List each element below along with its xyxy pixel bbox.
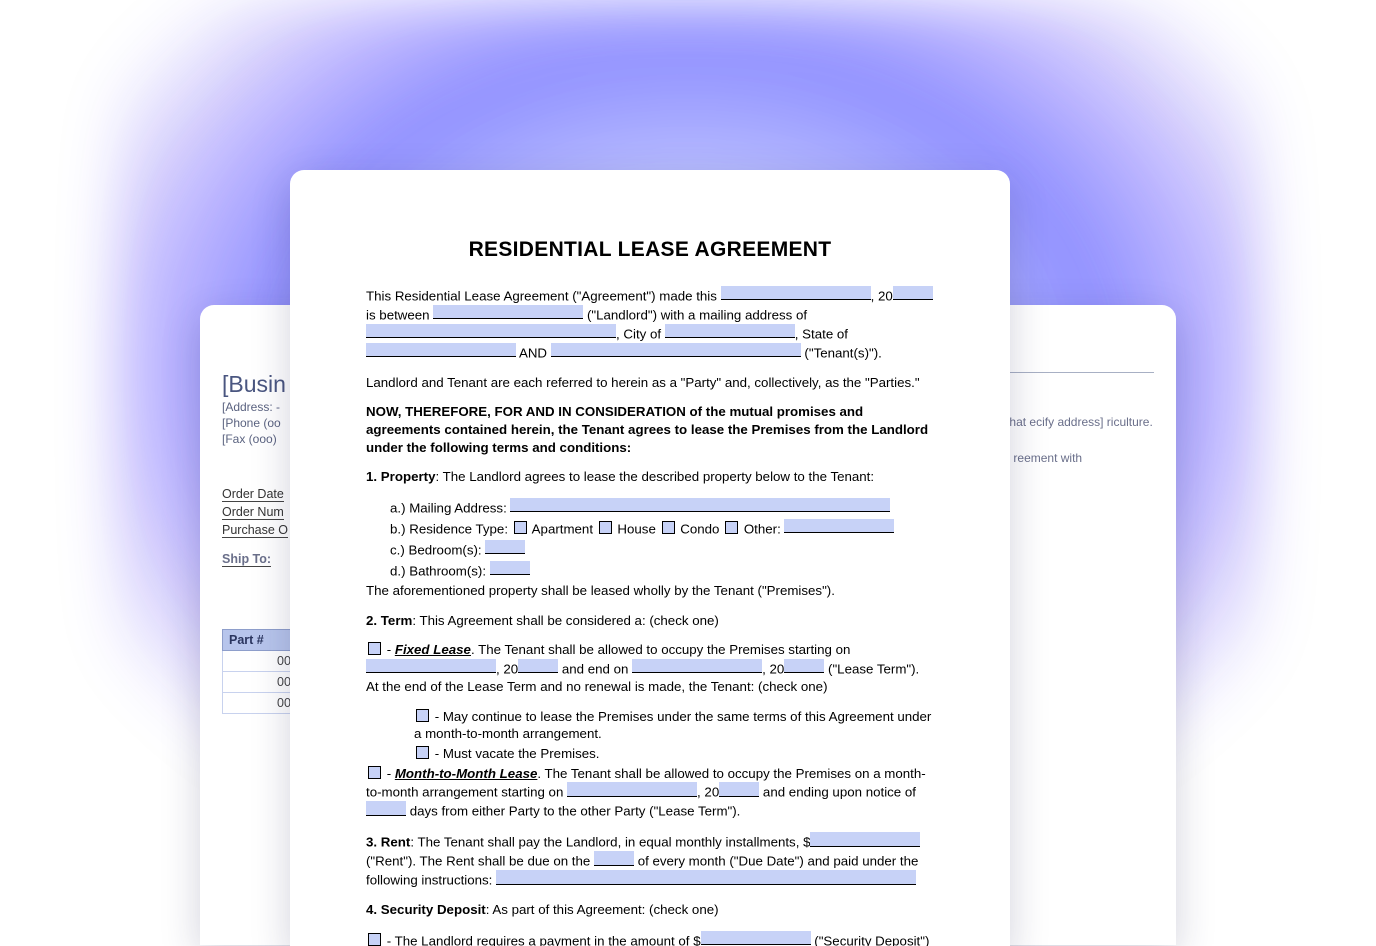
blank-due-day[interactable] bbox=[594, 851, 634, 865]
checkbox-house[interactable] bbox=[599, 521, 612, 534]
checkbox-security-deposit[interactable] bbox=[368, 933, 381, 946]
blank-tenant-name[interactable] bbox=[551, 343, 801, 357]
lease-document: RESIDENTIAL LEASE AGREEMENT This Residen… bbox=[290, 170, 1010, 946]
blank-deposit-amount[interactable] bbox=[701, 931, 811, 945]
blank-m2m-start[interactable] bbox=[567, 782, 697, 796]
parties-paragraph: Landlord and Tenant are each referred to… bbox=[366, 374, 934, 392]
blank-residence-other[interactable] bbox=[784, 519, 894, 533]
blank-notice-days[interactable] bbox=[366, 801, 406, 815]
stage: [Busin [Address: - [Phone (oo [Fax (ooo)… bbox=[0, 0, 1376, 946]
month-to-month-option: - Month-to-Month Lease. The Tenant shall… bbox=[366, 765, 934, 821]
blank-landlord-name[interactable] bbox=[433, 305, 583, 319]
now-therefore-paragraph: NOW, THEREFORE, FOR AND IN CONSIDERATION… bbox=[366, 403, 934, 456]
blank-mailing-address[interactable] bbox=[510, 498, 890, 512]
blank-start-date[interactable] bbox=[366, 659, 496, 673]
blank-bathrooms[interactable] bbox=[490, 561, 530, 575]
blank-m2m-year[interactable] bbox=[719, 782, 759, 796]
section-2: 2. Term: This Agreement shall be conside… bbox=[366, 612, 934, 630]
blank-year[interactable] bbox=[893, 286, 933, 300]
fixed-lease-option: - Fixed Lease. The Tenant shall be allow… bbox=[366, 641, 934, 695]
section-3: 3. Rent: The Tenant shall pay the Landlo… bbox=[366, 832, 934, 889]
checkbox-condo[interactable] bbox=[662, 521, 675, 534]
blank-landlord-address[interactable] bbox=[366, 324, 616, 338]
blank-end-year[interactable] bbox=[784, 659, 824, 673]
checkbox-apartment[interactable] bbox=[514, 521, 527, 534]
blank-state[interactable] bbox=[366, 343, 516, 357]
fixed-lease-sub-options: - May continue to lease the Premises und… bbox=[366, 708, 934, 763]
blank-bedrooms[interactable] bbox=[485, 540, 525, 554]
blank-rent-amount[interactable] bbox=[810, 832, 920, 846]
security-deposit-option: - The Landlord requires a payment in the… bbox=[366, 931, 934, 946]
checkbox-may-continue[interactable] bbox=[416, 709, 429, 722]
blank-start-year[interactable] bbox=[518, 659, 558, 673]
document-title: RESIDENTIAL LEASE AGREEMENT bbox=[366, 236, 934, 264]
checkbox-other[interactable] bbox=[725, 521, 738, 534]
section-4: 4. Security Deposit: As part of this Agr… bbox=[366, 901, 934, 919]
premises-sentence: The aforementioned property shall be lea… bbox=[366, 582, 934, 600]
section-1: 1. Property: The Landlord agrees to leas… bbox=[366, 468, 934, 486]
checkbox-must-vacate[interactable] bbox=[416, 746, 429, 759]
property-details: a.) Mailing Address: b.) Residence Type:… bbox=[366, 498, 934, 580]
blank-city[interactable] bbox=[665, 324, 795, 338]
checkbox-fixed-lease[interactable] bbox=[368, 642, 381, 655]
intro-paragraph: This Residential Lease Agreement ("Agree… bbox=[366, 286, 934, 362]
checkbox-month-to-month[interactable] bbox=[368, 766, 381, 779]
blank-date[interactable] bbox=[721, 286, 871, 300]
blank-end-date[interactable] bbox=[632, 659, 762, 673]
blank-payment-instructions[interactable] bbox=[496, 870, 916, 884]
